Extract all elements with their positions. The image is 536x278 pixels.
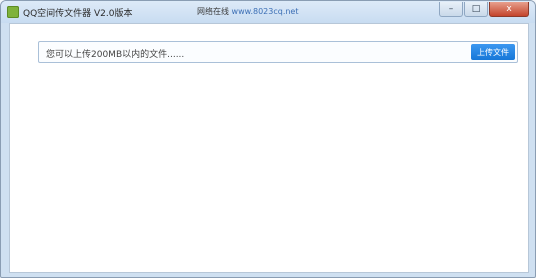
upload-file-button[interactable]: 上传文件: [471, 44, 515, 60]
upload-prompt: 您可以上传200MB以内的文件......: [46, 50, 185, 60]
ad-label: 网络在线: [197, 7, 229, 16]
maximize-button[interactable]: □: [464, 2, 488, 17]
upload-bar[interactable]: 您可以上传200MB以内的文件...... 上传文件: [38, 41, 518, 63]
title-bar[interactable]: QQ空间传文件器 V2.0版本 网络在线 www.8023cq.net – □ …: [1, 1, 535, 23]
main-panel: 您可以上传200MB以内的文件...... 上传文件: [9, 23, 529, 273]
window-title: QQ空间传文件器 V2.0版本: [23, 9, 133, 19]
minimize-button[interactable]: –: [439, 2, 463, 17]
app-window: QQ空间传文件器 V2.0版本 网络在线 www.8023cq.net – □ …: [0, 0, 536, 278]
close-button[interactable]: x: [489, 2, 529, 17]
ad-text[interactable]: 网络在线 www.8023cq.net: [197, 6, 299, 17]
ad-url[interactable]: www.8023cq.net: [232, 7, 299, 16]
app-icon: [7, 6, 19, 18]
window-controls: – □ x: [438, 2, 529, 19]
